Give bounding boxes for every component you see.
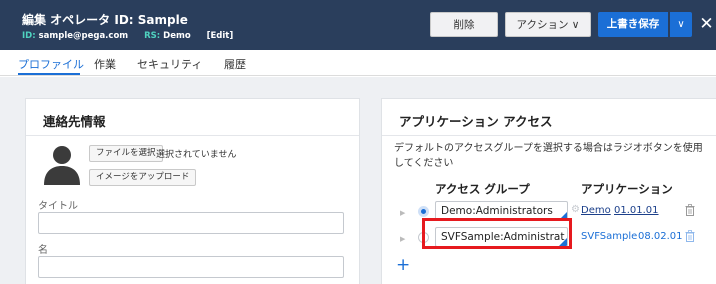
expand-row-icon[interactable]: ▶ — [400, 235, 405, 243]
expand-row-icon[interactable]: ▶ — [400, 209, 405, 217]
divider — [382, 135, 716, 136]
access-group-column-header: アクセス グループ — [435, 182, 530, 196]
contact-panel-title: 連絡先情報 — [43, 114, 106, 129]
divider — [26, 135, 359, 136]
choose-file-button[interactable]: ファイルを選択 — [89, 145, 163, 162]
trash-icon[interactable] — [685, 204, 695, 216]
name-field-label: 名 — [38, 245, 48, 256]
tab-work[interactable]: 作業 — [94, 56, 116, 72]
contact-panel: 連絡先情報 ファイルを選択 選択されていません イメージをアップロード タイトル… — [25, 98, 360, 284]
rs-value: Demo — [163, 31, 191, 41]
application-column-header: アプリケーション — [581, 182, 673, 196]
id-label: ID: — [22, 31, 36, 41]
first-name-field[interactable] — [38, 256, 344, 278]
title-field-label: タイトル — [38, 201, 78, 212]
save-button[interactable]: 上書き保存 — [598, 12, 668, 37]
action-menu-button[interactable]: アクション ∨ — [505, 12, 591, 37]
edit-link[interactable]: [Edit] — [207, 31, 234, 41]
application-access-panel: アプリケーション アクセス デフォルトのアクセスグループを選択する場合はラジオボ… — [381, 98, 716, 284]
highlight-annotation-box — [422, 218, 572, 249]
id-value: sample@pega.com — [38, 31, 129, 41]
avatar-placeholder-icon — [40, 141, 84, 185]
gear-icon[interactable]: ⚙ — [571, 204, 580, 215]
tab-history[interactable]: 履歴 — [224, 56, 246, 72]
trash-icon[interactable] — [685, 230, 695, 242]
rs-label: RS: — [144, 31, 161, 41]
page-title: 編集 オペレータ ID: Sample — [22, 13, 188, 27]
application-version: 08.02.01 — [638, 231, 683, 242]
tab-bar: プロファイル 作業 セキュリティ 履歴 — [0, 50, 716, 76]
add-access-group-icon[interactable]: + — [396, 255, 410, 275]
close-icon[interactable]: ✕ — [697, 12, 716, 37]
application-version[interactable]: 01.01.01 — [614, 205, 659, 216]
application-link[interactable]: SVFSample — [581, 231, 637, 242]
save-options-button[interactable]: ∨ — [670, 12, 692, 37]
page-header: 編集 オペレータ ID: Sample ID: sample@pega.com … — [0, 0, 716, 50]
main-content: 連絡先情報 ファイルを選択 選択されていません イメージをアップロード タイトル… — [0, 77, 716, 284]
access-panel-title: アプリケーション アクセス — [399, 114, 553, 129]
no-file-text: 選択されていません — [156, 150, 237, 160]
tab-profile[interactable]: プロファイル — [18, 56, 84, 72]
title-field[interactable] — [38, 212, 344, 234]
tab-security[interactable]: セキュリティ — [137, 56, 202, 72]
active-tab-indicator — [18, 73, 80, 75]
delete-button[interactable]: 削除 — [430, 12, 498, 37]
operator-subtitle: ID: sample@pega.com RS: Demo [Edit] — [22, 31, 233, 41]
access-group-value: Demo:Administrators — [441, 205, 553, 217]
application-link[interactable]: Demo — [581, 205, 611, 216]
upload-image-button[interactable]: イメージをアップロード — [89, 169, 197, 186]
access-description: デフォルトのアクセスグループを選択する場合はラジオボタンを使用してください — [394, 143, 703, 169]
default-access-radio[interactable] — [418, 206, 429, 217]
